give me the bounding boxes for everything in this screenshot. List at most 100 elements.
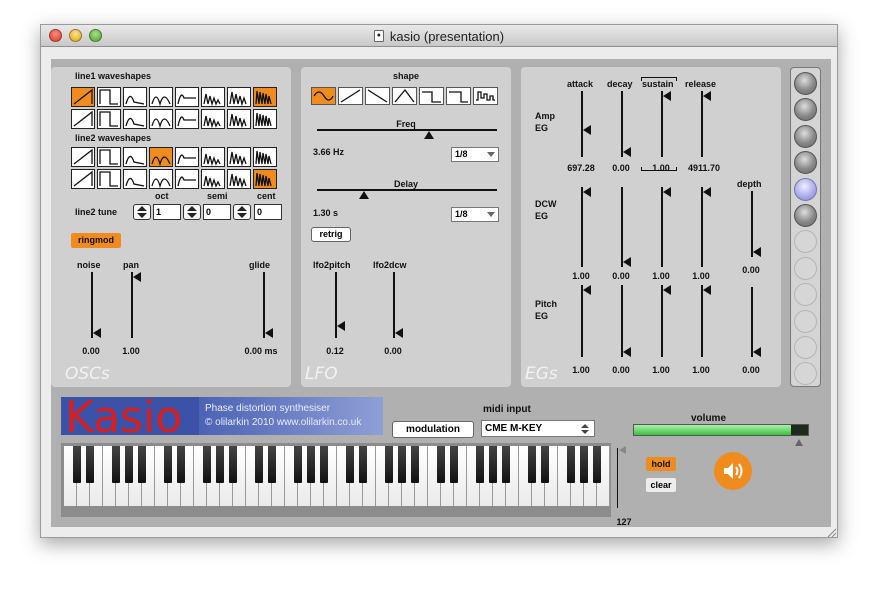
preset-slot-8[interactable] (794, 256, 817, 280)
black-key[interactable] (294, 446, 302, 483)
black-key[interactable] (580, 446, 588, 483)
slider-thumb[interactable] (703, 91, 711, 101)
resize-grip[interactable] (825, 525, 837, 538)
waveshape-saw-pulse-button[interactable] (175, 109, 199, 129)
freq-slider[interactable] (317, 129, 497, 141)
lfo-shape-random-button[interactable] (473, 87, 498, 105)
black-key[interactable] (255, 446, 263, 483)
midi-input-dropdown[interactable]: CME M-KEY (481, 420, 595, 437)
lfo2pitch-slider[interactable] (335, 272, 347, 338)
waveshape-pulse-button[interactable] (123, 109, 147, 129)
preset-slot-9[interactable] (794, 283, 817, 307)
waveshape-resonance-1-button[interactable] (201, 87, 225, 107)
lfo-shape-pulse-button[interactable] (446, 87, 471, 105)
waveshape-square-button[interactable] (97, 87, 121, 107)
waveshape-resonance-2-button[interactable] (227, 147, 251, 167)
slider-knob[interactable] (423, 131, 434, 139)
black-key[interactable] (216, 446, 224, 483)
waveshape-saw-button[interactable] (71, 87, 95, 107)
clear-button[interactable]: clear (646, 478, 676, 492)
slider-thumb[interactable] (623, 147, 631, 157)
black-key[interactable] (502, 446, 510, 483)
title-bar[interactable]: ● kasio (presentation) (41, 25, 837, 47)
waveshape-saw-pulse-button[interactable] (175, 87, 199, 107)
black-key[interactable] (125, 446, 133, 483)
pan-slider[interactable] (131, 272, 143, 338)
cent-spinner[interactable] (233, 204, 251, 220)
lfo-shape-triangle-button[interactable] (392, 87, 417, 105)
black-key[interactable] (450, 446, 458, 483)
black-key[interactable] (593, 446, 601, 483)
waveshape-saw-pulse-button[interactable] (175, 169, 199, 189)
glide-slider[interactable] (263, 272, 275, 338)
velocity-slider[interactable] (617, 446, 627, 510)
waveshape-resonance-3-button[interactable] (253, 87, 277, 107)
slider-thumb[interactable] (753, 347, 761, 357)
waveshape-double-sine-button[interactable] (149, 169, 173, 189)
waveshape-resonance-1-button[interactable] (201, 147, 225, 167)
black-key[interactable] (437, 446, 445, 483)
preset-slot-1[interactable] (794, 72, 817, 95)
pitch-depth-slider[interactable] (751, 287, 763, 357)
waveshape-resonance-2-button[interactable] (227, 109, 251, 129)
black-key[interactable] (164, 446, 172, 483)
black-key[interactable] (541, 446, 549, 483)
waveshape-resonance-3-button[interactable] (253, 109, 277, 129)
delay-sync-dropdown[interactable]: 1/8 (451, 207, 499, 222)
semi-number-box[interactable]: 0 (203, 204, 231, 220)
retrig-button[interactable]: retrig (311, 227, 351, 242)
black-key[interactable] (229, 446, 237, 483)
black-key[interactable] (86, 446, 94, 483)
dcw-attack-slider[interactable] (581, 187, 593, 267)
semi-spinner[interactable] (183, 204, 201, 220)
lfo-shape-saw-down-button[interactable] (365, 87, 390, 105)
noise-slider[interactable] (91, 272, 103, 338)
black-key[interactable] (177, 446, 185, 483)
pitch-decay-slider[interactable] (621, 285, 633, 357)
black-key[interactable] (476, 446, 484, 483)
amp-release-slider[interactable] (701, 91, 713, 157)
slider-thumb[interactable] (623, 257, 631, 267)
slider-thumb[interactable] (583, 285, 591, 295)
piano-keyboard[interactable] (64, 446, 610, 506)
waveshape-square-button[interactable] (97, 147, 121, 167)
waveshape-pulse-button[interactable] (123, 169, 147, 189)
waveshape-double-sine-button[interactable] (149, 87, 173, 107)
pitch-attack-slider[interactable] (581, 285, 593, 357)
waveshape-resonance-3-button[interactable] (253, 169, 277, 189)
volume-marker-icon[interactable] (795, 439, 803, 446)
ringmod-toggle[interactable]: ringmod (71, 233, 121, 248)
oct-number-box[interactable]: 1 (153, 204, 181, 220)
delay-slider[interactable] (317, 189, 497, 201)
waveshape-square-button[interactable] (97, 169, 121, 189)
slider-thumb[interactable] (663, 91, 671, 101)
slider-thumb[interactable] (395, 328, 403, 338)
slider-thumb[interactable] (583, 187, 591, 197)
preset-slot-12[interactable] (794, 362, 817, 386)
waveshape-saw-pulse-button[interactable] (175, 147, 199, 167)
freq-sync-dropdown[interactable]: 1/8 (451, 147, 499, 162)
black-key[interactable] (203, 446, 211, 483)
black-key[interactable] (268, 446, 276, 483)
waveshape-resonance-2-button[interactable] (227, 87, 251, 107)
waveshape-resonance-1-button[interactable] (201, 109, 225, 129)
preset-slot-4[interactable] (794, 151, 817, 175)
black-key[interactable] (112, 446, 120, 483)
preset-slot-2[interactable] (794, 98, 817, 122)
slider-thumb[interactable] (583, 124, 591, 135)
lfo-shape-square-button[interactable] (419, 87, 444, 105)
slider-thumb[interactable] (265, 328, 273, 338)
audio-on-button[interactable] (714, 452, 752, 490)
slider-thumb[interactable] (663, 285, 671, 295)
black-key[interactable] (567, 446, 575, 483)
slider-thumb[interactable] (703, 285, 711, 295)
preset-slot-6[interactable] (794, 204, 817, 227)
slider-knob[interactable] (358, 191, 369, 199)
hold-toggle[interactable]: hold (646, 457, 676, 471)
waveshape-double-sine-button[interactable] (149, 147, 173, 167)
pitch-release-slider[interactable] (701, 285, 713, 357)
waveshape-pulse-button[interactable] (123, 147, 147, 167)
black-key[interactable] (385, 446, 393, 483)
preset-slot-11[interactable] (794, 336, 817, 359)
dcw-depth-slider[interactable] (751, 191, 763, 257)
